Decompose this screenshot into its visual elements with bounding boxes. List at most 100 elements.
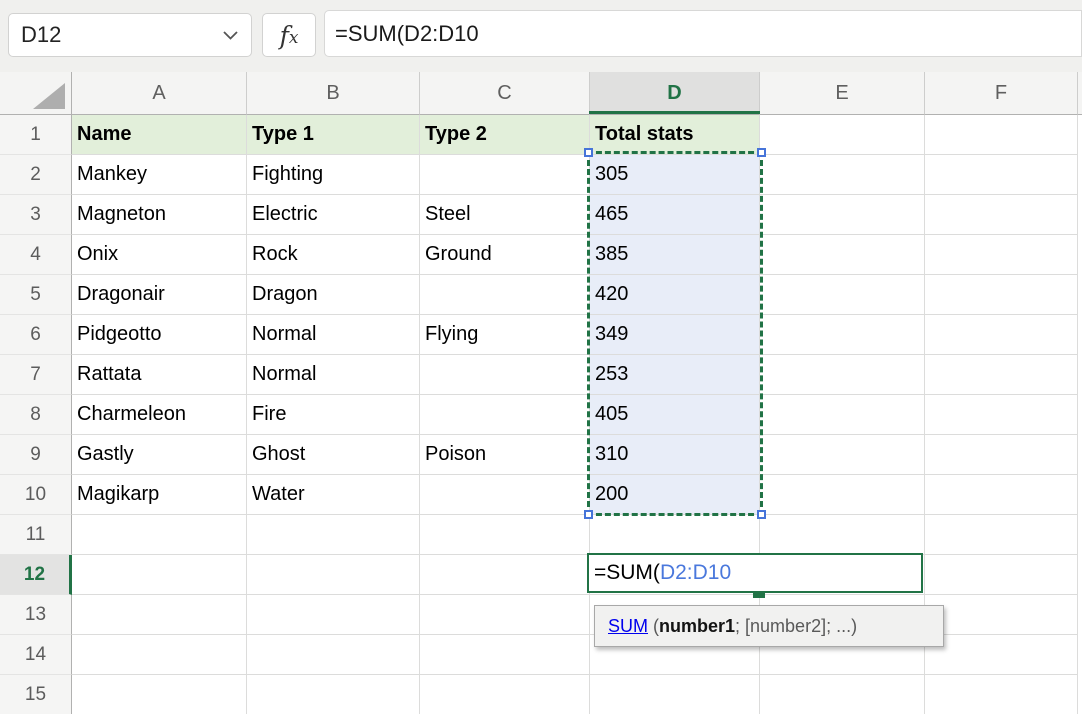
- cell[interactable]: Onix: [72, 235, 247, 275]
- cell[interactable]: [925, 155, 1078, 195]
- cell[interactable]: [590, 515, 760, 555]
- cell[interactable]: Water: [247, 475, 420, 515]
- cell[interactable]: Poison: [420, 435, 590, 475]
- cell[interactable]: [247, 515, 420, 555]
- cell[interactable]: [925, 115, 1078, 155]
- cell[interactable]: [760, 395, 925, 435]
- row-header[interactable]: 7: [0, 355, 72, 395]
- cell[interactable]: [925, 275, 1078, 315]
- cell[interactable]: Steel: [420, 195, 590, 235]
- cell[interactable]: 253: [590, 355, 760, 395]
- editing-cell-d12[interactable]: =SUM(D2:D10: [587, 553, 923, 593]
- cell[interactable]: [247, 555, 420, 595]
- cell[interactable]: Name: [72, 115, 247, 155]
- fx-button[interactable]: fx: [262, 13, 316, 57]
- name-box[interactable]: D12: [8, 13, 252, 57]
- cell[interactable]: 385: [590, 235, 760, 275]
- cell[interactable]: 465: [590, 195, 760, 235]
- cell[interactable]: Charmeleon: [72, 395, 247, 435]
- cell[interactable]: Dragon: [247, 275, 420, 315]
- column-header-f[interactable]: F: [925, 72, 1078, 115]
- cell[interactable]: Rock: [247, 235, 420, 275]
- row-header[interactable]: 15: [0, 675, 72, 714]
- chevron-down-icon[interactable]: [222, 30, 239, 41]
- cell[interactable]: Flying: [420, 315, 590, 355]
- cell[interactable]: [72, 595, 247, 635]
- cell[interactable]: [420, 555, 590, 595]
- cell[interactable]: [72, 635, 247, 675]
- cell[interactable]: [420, 595, 590, 635]
- cell[interactable]: [760, 195, 925, 235]
- cell[interactable]: 405: [590, 395, 760, 435]
- row-header[interactable]: 2: [0, 155, 72, 195]
- cell[interactable]: 305: [590, 155, 760, 195]
- cell[interactable]: Ghost: [247, 435, 420, 475]
- row-header-12-selected[interactable]: 12: [0, 555, 72, 595]
- cell[interactable]: [925, 475, 1078, 515]
- cell[interactable]: [420, 475, 590, 515]
- cell[interactable]: [760, 275, 925, 315]
- cell[interactable]: Electric: [247, 195, 420, 235]
- row-header[interactable]: 6: [0, 315, 72, 355]
- row-header[interactable]: 4: [0, 235, 72, 275]
- cell[interactable]: 310: [590, 435, 760, 475]
- cell[interactable]: Pidgeotto: [72, 315, 247, 355]
- cell[interactable]: Rattata: [72, 355, 247, 395]
- cell[interactable]: Fighting: [247, 155, 420, 195]
- cell[interactable]: Mankey: [72, 155, 247, 195]
- cell[interactable]: [925, 635, 1078, 675]
- row-header[interactable]: 13: [0, 595, 72, 635]
- cell[interactable]: [420, 675, 590, 714]
- cell[interactable]: [247, 635, 420, 675]
- select-all-corner[interactable]: [0, 72, 72, 115]
- cell[interactable]: Type 1: [247, 115, 420, 155]
- cell[interactable]: Magneton: [72, 195, 247, 235]
- cell[interactable]: [760, 355, 925, 395]
- cell[interactable]: [72, 555, 247, 595]
- row-header[interactable]: 9: [0, 435, 72, 475]
- cell[interactable]: [760, 435, 925, 475]
- cell[interactable]: [925, 555, 1078, 595]
- cell[interactable]: [925, 515, 1078, 555]
- cell[interactable]: [760, 675, 925, 714]
- cell[interactable]: [420, 395, 590, 435]
- cell[interactable]: [760, 155, 925, 195]
- sum-function-link[interactable]: SUM: [608, 616, 648, 637]
- cell[interactable]: [925, 355, 1078, 395]
- cell[interactable]: Type 2: [420, 115, 590, 155]
- row-header[interactable]: 1: [0, 115, 72, 155]
- column-header-d-selected[interactable]: D: [590, 72, 760, 115]
- cell[interactable]: [925, 395, 1078, 435]
- row-header[interactable]: 8: [0, 395, 72, 435]
- cell[interactable]: [420, 155, 590, 195]
- cell[interactable]: [760, 475, 925, 515]
- column-header-b[interactable]: B: [247, 72, 420, 115]
- cell[interactable]: 420: [590, 275, 760, 315]
- cell[interactable]: [925, 235, 1078, 275]
- cell[interactable]: [760, 115, 925, 155]
- cell[interactable]: [420, 515, 590, 555]
- cell[interactable]: 200: [590, 475, 760, 515]
- row-header[interactable]: 11: [0, 515, 72, 555]
- cell[interactable]: 349: [590, 315, 760, 355]
- row-header[interactable]: 10: [0, 475, 72, 515]
- cell[interactable]: [925, 195, 1078, 235]
- cell[interactable]: Normal: [247, 315, 420, 355]
- cell[interactable]: [760, 235, 925, 275]
- row-header[interactable]: 3: [0, 195, 72, 235]
- cell[interactable]: [72, 515, 247, 555]
- cell[interactable]: Fire: [247, 395, 420, 435]
- column-header-a[interactable]: A: [72, 72, 247, 115]
- cell[interactable]: [925, 315, 1078, 355]
- cell[interactable]: [72, 675, 247, 714]
- column-header-c[interactable]: C: [420, 72, 590, 115]
- cell[interactable]: [247, 595, 420, 635]
- column-header-e[interactable]: E: [760, 72, 925, 115]
- cell[interactable]: Dragonair: [72, 275, 247, 315]
- cell[interactable]: Magikarp: [72, 475, 247, 515]
- cell[interactable]: [760, 315, 925, 355]
- cell[interactable]: [420, 275, 590, 315]
- cell[interactable]: [925, 595, 1078, 635]
- cell[interactable]: [247, 675, 420, 714]
- cell[interactable]: Normal: [247, 355, 420, 395]
